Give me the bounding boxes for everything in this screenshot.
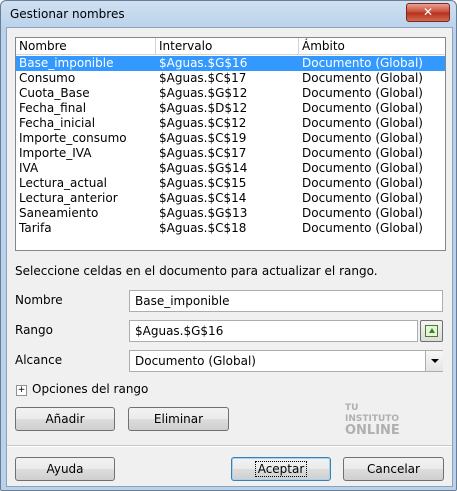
select-range-button[interactable] xyxy=(420,320,443,342)
row-range-cell: $Aguas.$C$12 xyxy=(159,116,247,130)
row-scope-cell: Documento (Global) xyxy=(302,206,423,220)
dialog-title: Gestionar nombres xyxy=(10,7,125,21)
add-button[interactable]: Añadir xyxy=(15,407,115,431)
row-name-cell: Base_imponible xyxy=(19,56,114,70)
watermark-line-1: TU xyxy=(345,403,359,413)
row-scope-cell: Documento (Global) xyxy=(302,71,423,85)
row-range-cell: $Aguas.$G$13 xyxy=(159,206,248,220)
range-hint-text: Seleccione celdas en el documento para a… xyxy=(15,264,378,278)
list-row[interactable]: Lectura_anterior $Aguas.$C$14 Documento (G… xyxy=(16,191,445,206)
watermark-logo: TU INSTITUTO ONLINE xyxy=(345,403,400,438)
row-scope-cell: Documento (Global) xyxy=(302,86,423,100)
scope-select[interactable]: Documento (Global) xyxy=(129,350,443,372)
row-name-cell: Fecha_final xyxy=(19,101,87,115)
row-range-cell: $Aguas.$C$14 xyxy=(159,191,247,205)
list-row[interactable]: Lectura_actual $Aguas.$C$15 Documento (Glo… xyxy=(16,176,445,191)
help-button[interactable]: Ayuda xyxy=(15,457,115,481)
row-scope-cell: Documento (Global) xyxy=(302,191,423,205)
title-bar[interactable]: Gestionar nombres ✕ xyxy=(1,1,456,27)
row-range-cell: $Aguas.$C$18 xyxy=(159,221,247,235)
list-row[interactable]: Saneamiento $Aguas.$G$13 Documento (Global… xyxy=(16,206,445,221)
row-name-cell: Lectura_actual xyxy=(19,176,108,190)
add-button-label: Añadir xyxy=(45,412,85,426)
row-range-cell: $Aguas.$G$16 xyxy=(159,56,248,70)
list-row[interactable]: Importe_consumo $Aguas.$C$19 Documento (Gl… xyxy=(16,131,445,146)
row-scope-cell: Documento (Global) xyxy=(302,131,423,145)
list-row[interactable]: Base_imponible $Aguas.$G$16 Documento (Glo… xyxy=(16,56,445,71)
row-name-cell: Tarifa xyxy=(19,221,52,235)
row-name-cell: Importe_consumo xyxy=(19,131,127,145)
row-name-cell: Importe_IVA xyxy=(19,146,92,160)
button-separator xyxy=(7,445,452,447)
accept-button[interactable]: Aceptar xyxy=(231,457,331,481)
delete-button[interactable]: Eliminar xyxy=(128,407,229,431)
column-header-scope[interactable]: Ámbito xyxy=(299,38,445,54)
row-range-cell: $Aguas.$C$15 xyxy=(159,176,247,190)
range-options-toggle[interactable]: Opciones del rango xyxy=(32,382,148,396)
row-scope-cell: Documento (Global) xyxy=(302,176,423,190)
scope-label: Alcance xyxy=(15,353,63,367)
list-row[interactable]: Fecha_inicial $Aguas.$C$12 Documento (Glob… xyxy=(16,116,445,131)
range-input[interactable]: $Aguas.$G$16 xyxy=(129,320,418,342)
list-row[interactable]: Fecha_final $Aguas.$D$12 Documento (Global… xyxy=(16,101,445,116)
row-range-cell: $Aguas.$C$17 xyxy=(159,71,247,85)
row-scope-cell: Documento (Global) xyxy=(302,116,423,130)
row-scope-cell: Documento (Global) xyxy=(302,161,423,175)
column-header-range[interactable]: Intervalo xyxy=(156,38,299,54)
column-header-name[interactable]: Nombre xyxy=(16,38,156,54)
help-button-label: Ayuda xyxy=(46,462,84,476)
close-button[interactable]: ✕ xyxy=(406,3,450,22)
name-input[interactable]: Base_imponible xyxy=(129,290,443,312)
row-range-cell: $Aguas.$G$14 xyxy=(159,161,248,175)
list-row[interactable]: Importe_IVA $Aguas.$C$17 Documento (Global… xyxy=(16,146,445,161)
row-range-cell: $Aguas.$D$12 xyxy=(159,101,248,115)
accept-button-label: Aceptar xyxy=(254,461,308,477)
chevron-down-icon[interactable] xyxy=(425,351,443,371)
row-scope-cell: Documento (Global) xyxy=(302,146,423,160)
cancel-button[interactable]: Cancelar xyxy=(343,457,444,481)
row-range-cell: $Aguas.$C$19 xyxy=(159,131,247,145)
list-row[interactable]: Cuota_Base $Aguas.$G$12 Documento (Global) xyxy=(16,86,445,101)
expand-plus-icon[interactable]: + xyxy=(16,385,27,396)
row-name-cell: Cuota_Base xyxy=(19,86,90,100)
watermark-line-3: ONLINE xyxy=(345,423,400,438)
cancel-button-label: Cancelar xyxy=(367,462,420,476)
names-list[interactable]: Nombre Intervalo Ámbito Base_imponible $A… xyxy=(15,37,446,251)
name-label: Nombre xyxy=(15,293,63,307)
row-range-cell: $Aguas.$G$12 xyxy=(159,86,248,100)
row-name-cell: IVA xyxy=(19,161,39,175)
delete-button-label: Eliminar xyxy=(153,412,204,426)
row-scope-cell: Documento (Global) xyxy=(302,101,423,115)
list-row[interactable]: Consumo $Aguas.$C$17 Documento (Global) xyxy=(16,71,445,86)
row-name-cell: Lectura_anterior xyxy=(19,191,118,205)
list-row[interactable]: IVA $Aguas.$G$14 Documento (Global) xyxy=(16,161,445,176)
dialog-body: Nombre Intervalo Ámbito Base_imponible $A… xyxy=(6,27,453,487)
row-name-cell: Fecha_inicial xyxy=(19,116,96,130)
shrink-icon xyxy=(425,325,438,337)
dialog-window: Gestionar nombres ✕ Nombre Intervalo Ámb… xyxy=(0,0,457,491)
row-scope-cell: Documento (Global) xyxy=(302,221,423,235)
row-name-cell: Consumo xyxy=(19,71,76,85)
row-range-cell: $Aguas.$C$17 xyxy=(159,146,247,160)
list-header: Nombre Intervalo Ámbito xyxy=(16,38,445,55)
list-row[interactable]: Tarifa $Aguas.$C$18 Documento (Global) xyxy=(16,221,445,236)
row-name-cell: Saneamiento xyxy=(19,206,99,220)
range-label: Rango xyxy=(15,323,53,337)
row-scope-cell: Documento (Global) xyxy=(302,56,423,70)
